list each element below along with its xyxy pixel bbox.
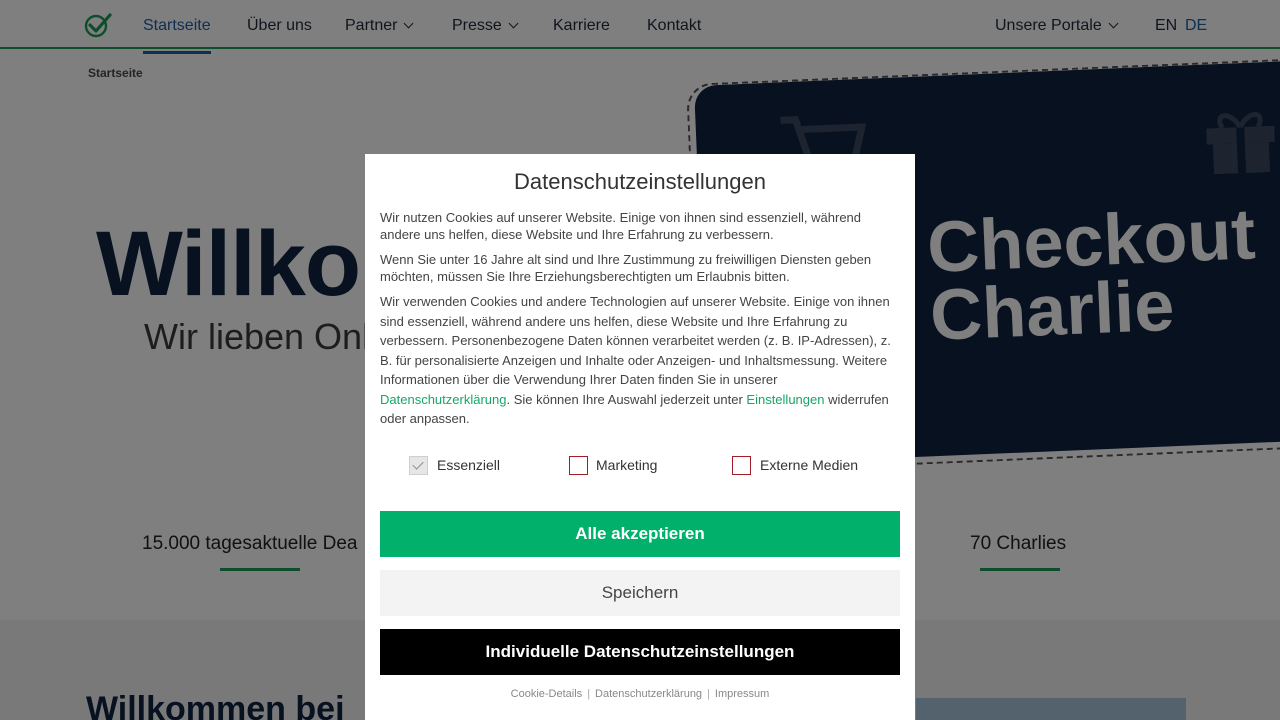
checkbox-label-marketing[interactable]: Marketing	[596, 457, 657, 473]
checkbox-externe-medien[interactable]	[732, 456, 751, 475]
footer-separator: |	[587, 688, 591, 700]
checkbox-label-essenziell: Essenziell	[437, 457, 501, 473]
checkbox-marketing[interactable]	[569, 456, 588, 475]
dialog-paragraph-3: Wir verwenden Cookies und andere Technol…	[380, 292, 902, 429]
footer-privacy-link[interactable]: Datenschutzerklärung	[595, 688, 702, 700]
save-button[interactable]: Speichern	[380, 570, 900, 616]
footer-separator: |	[707, 688, 710, 700]
paragraph-text: Wir verwenden Cookies und andere Technol…	[380, 294, 891, 387]
paragraph-text: . Sie können Ihre Auswahl jederzeit unte…	[506, 391, 747, 407]
accept-all-button[interactable]: Alle akzeptieren	[380, 511, 900, 557]
dialog-paragraph-1: Wir nutzen Cookies auf unserer Website. …	[380, 210, 862, 242]
checkbox-label-externe-medien[interactable]: Externe Medien	[760, 457, 858, 473]
individual-settings-button[interactable]: Individuelle Datenschutzeinstellungen	[380, 629, 900, 675]
cookie-details-link[interactable]: Cookie-Details	[511, 688, 583, 700]
privacy-settings-dialog: Datenschutzeinstellungen Wir nutzen Cook…	[365, 154, 915, 720]
settings-link[interactable]: Einstellungen	[746, 392, 824, 407]
privacy-policy-link[interactable]: Datenschutzerklärung	[380, 392, 506, 407]
checkbox-essenziell	[409, 456, 428, 475]
imprint-link[interactable]: Impressum	[715, 688, 769, 700]
dialog-paragraph-2: Wenn Sie unter 16 Jahre alt sind und Ihr…	[380, 252, 872, 284]
dialog-title: Datenschutzeinstellungen	[514, 169, 766, 194]
dialog-footer: Cookie-Details | Datenschutzerklärung | Impr…	[365, 688, 915, 700]
